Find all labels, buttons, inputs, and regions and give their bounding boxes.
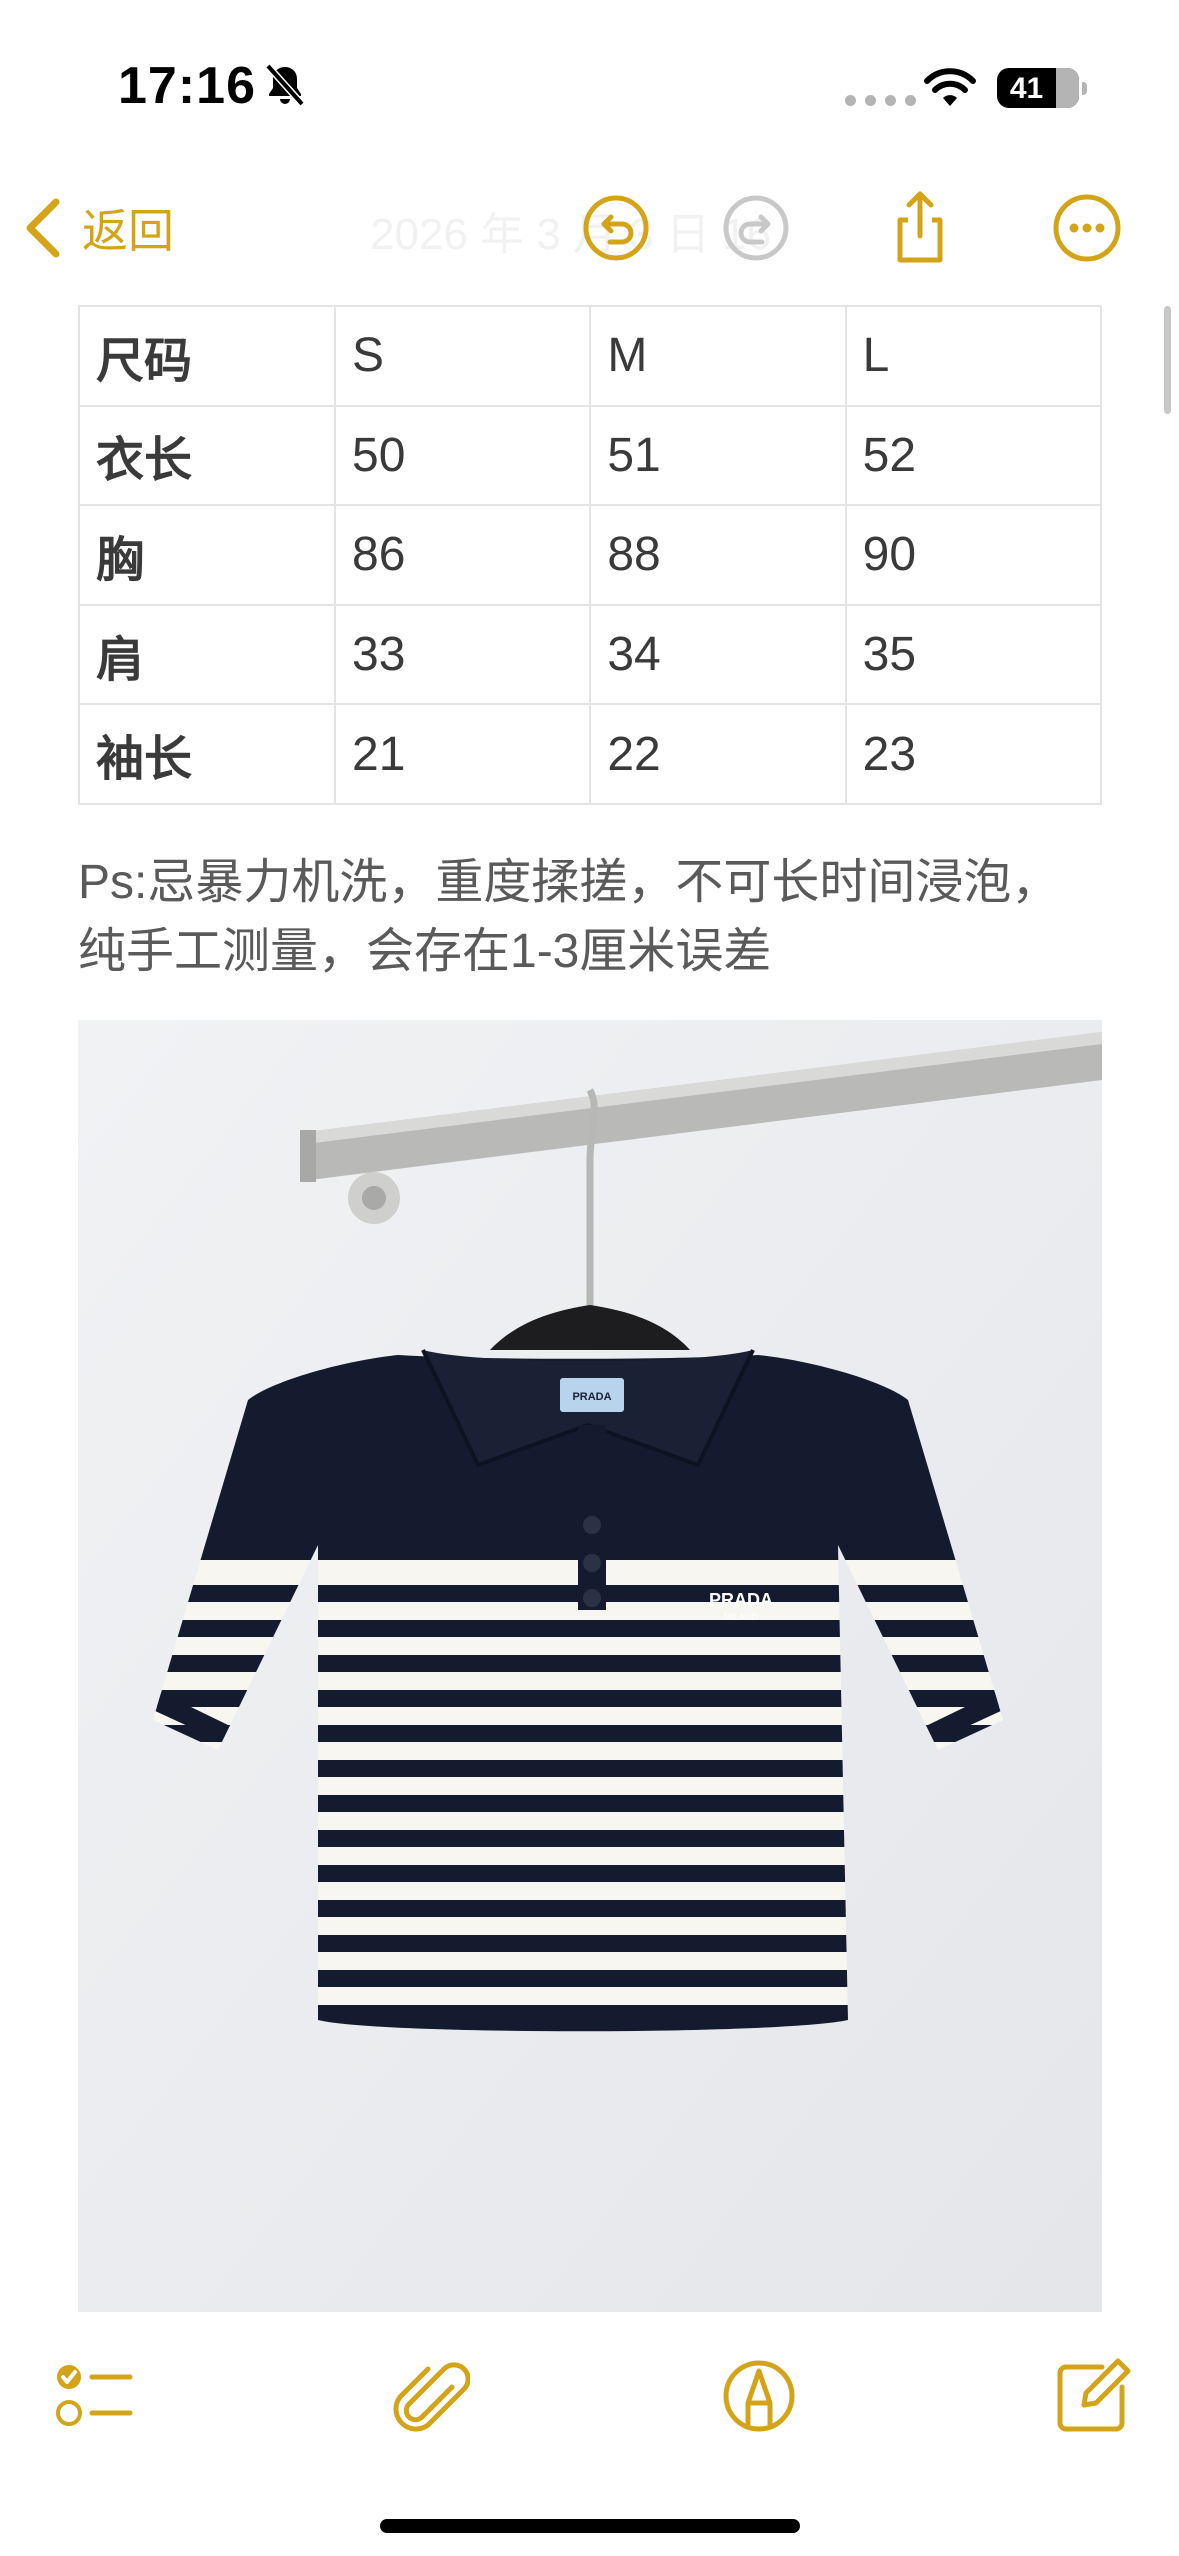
status-bar: 17:16 41 <box>0 0 1179 170</box>
bell-slash-icon <box>265 63 305 107</box>
wifi-icon <box>924 68 976 106</box>
table-cell: L <box>844 305 1103 407</box>
table-cell: 23 <box>844 703 1103 805</box>
table-cell: 袖长 <box>78 703 336 805</box>
chest-logo-sub: MILANO <box>724 1612 759 1622</box>
redo-icon[interactable] <box>716 188 796 268</box>
table-cell: 52 <box>844 404 1103 507</box>
table-cell: 衣长 <box>78 404 336 507</box>
status-time: 17:16 <box>118 57 256 115</box>
table-cell: 90 <box>844 504 1103 606</box>
striped-polo-image: PRADA PRADA MILANO <box>78 1020 1102 2312</box>
table-cell: 51 <box>589 404 847 507</box>
table-cell: 22 <box>589 703 847 805</box>
table-cell: 35 <box>844 603 1103 706</box>
table-row: 尺码 S M L <box>78 305 1103 407</box>
care-note-line: 纯手工测量，会存在1-3厘米误差 <box>78 925 772 978</box>
table-cell: 21 <box>333 703 592 805</box>
markup-pen-icon[interactable] <box>718 2355 800 2437</box>
table-cell: 胸 <box>78 504 336 606</box>
chevron-left-icon <box>26 198 60 258</box>
table-cell: 尺码 <box>78 305 336 407</box>
table-cell: 肩 <box>78 603 336 706</box>
checklist-icon[interactable] <box>52 2355 134 2437</box>
battery-level: 41 <box>1009 72 1044 105</box>
neck-label-brand: PRADA <box>572 1391 611 1403</box>
cellular-dots-icon <box>845 95 916 106</box>
table-row: 胸 86 88 90 <box>78 504 1103 606</box>
undo-icon[interactable] <box>576 188 656 268</box>
table-cell: S <box>333 305 592 407</box>
more-icon[interactable] <box>1047 188 1127 268</box>
product-photo[interactable]: PRADA PRADA MILANO <box>78 1020 1102 2312</box>
table-row: 肩 33 34 35 <box>78 603 1103 706</box>
share-icon[interactable] <box>880 188 960 268</box>
chest-logo-brand: PRADA <box>709 1590 773 1610</box>
table-cell: 34 <box>589 603 847 706</box>
notes-page: 17:16 41 返回 2026 年 3 月 3 日 16 尺码 S M L 衣… <box>0 0 1179 2556</box>
scroll-indicator[interactable] <box>1164 306 1171 414</box>
table-cell: 88 <box>589 504 847 606</box>
back-button[interactable]: 返回 <box>22 188 174 268</box>
table-cell: 33 <box>333 603 592 706</box>
note-date: 2026 年 3 月 3 日 16 <box>370 210 772 259</box>
compose-icon[interactable] <box>1052 2355 1134 2437</box>
care-note: Ps:忌暴力机洗，重度揉搓，不可长时间浸泡， 纯手工测量，会存在1-3厘米误差 <box>78 848 1138 986</box>
table-row: 衣长 50 51 52 <box>78 404 1103 507</box>
paperclip-icon[interactable] <box>388 2355 470 2437</box>
table-cell: 50 <box>333 404 592 507</box>
home-indicator[interactable] <box>380 2519 800 2533</box>
back-label: 返回 <box>82 205 174 257</box>
table-cell: 86 <box>333 504 592 606</box>
size-table: 尺码 S M L 衣长 50 51 52 胸 86 88 90 肩 33 34 … <box>78 305 1103 805</box>
table-cell: M <box>589 305 847 407</box>
table-row: 袖长 21 22 23 <box>78 703 1103 805</box>
care-note-line: Ps:忌暴力机洗，重度揉搓，不可长时间浸泡， <box>78 856 1060 909</box>
battery-icon: 41 <box>997 68 1087 108</box>
